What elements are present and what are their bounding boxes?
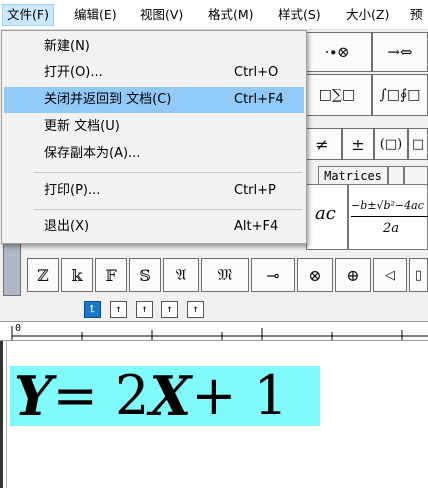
- menu-item-exit[interactable]: 退出(X) Alt+F4: [4, 214, 304, 240]
- editor-left-border: [0, 341, 3, 488]
- symbol-field-button[interactable]: 𝔽: [95, 258, 127, 292]
- ruler-ticks: [11, 326, 428, 340]
- menu-item-label: 打开(O)...: [44, 65, 103, 80]
- more-glyph: □: [411, 136, 425, 152]
- palette-neq-button[interactable]: ≠: [302, 128, 342, 160]
- menu-item-label: 保存副本为(A)...: [44, 146, 141, 161]
- equation-selection[interactable]: Y = 2X + 1: [10, 366, 320, 426]
- symbol-integers-button[interactable]: ℤ: [27, 258, 59, 292]
- nudge-icon: ⮤: [89, 304, 96, 315]
- menu-item-label: 新建(N): [44, 39, 90, 54]
- equation-lhs: Y: [14, 364, 53, 428]
- menu-view[interactable]: 视图(V): [136, 5, 187, 25]
- template-panel-left[interactable]: ac: [306, 184, 348, 250]
- symbol-k-button[interactable]: 𝕜: [61, 258, 93, 292]
- menu-item-update[interactable]: 更新 文档(U): [4, 114, 304, 140]
- palette-arrows-button[interactable]: →⇔: [372, 32, 428, 72]
- arrows-glyph: →⇔: [387, 43, 413, 61]
- neq-glyph: ≠: [315, 134, 329, 154]
- equation-rest: + 1: [191, 364, 289, 427]
- menu-item-shortcut: Alt+F4: [234, 219, 279, 234]
- menu-item-label: 打印(P)...: [44, 183, 101, 198]
- menu-preferences[interactable]: 预: [406, 5, 427, 25]
- menu-edit[interactable]: 编辑(E): [70, 5, 121, 25]
- menu-separator: [34, 209, 302, 210]
- quadratic-numerator: −b±√b²−4ac: [351, 199, 424, 212]
- fraktur-m-glyph: 𝔐: [217, 265, 233, 284]
- multimap-glyph: ⊸: [266, 265, 280, 285]
- symbol-fraktur-m-button[interactable]: 𝔐: [201, 258, 249, 292]
- plusminus-glyph: ±: [351, 134, 365, 154]
- integers-glyph: ℤ: [37, 265, 49, 285]
- menu-item-label: 退出(X): [44, 219, 90, 234]
- operators-glyph: ⋅∙⊗: [324, 43, 350, 61]
- nudge-icon: ↑: [141, 304, 148, 315]
- symbol-oplus-button[interactable]: ⊕: [335, 258, 371, 292]
- symbol-otimes-button[interactable]: ⊗: [297, 258, 333, 292]
- nudge-up-left-button[interactable]: ⮤: [84, 301, 101, 318]
- menu-item-print[interactable]: 打印(P)... Ctrl+P: [4, 178, 304, 204]
- brackets-glyph: (□): [379, 136, 403, 152]
- oplus-glyph: ⊕: [346, 265, 360, 285]
- menu-item-close-return[interactable]: 关闭并返回到 文档(C) Ctrl+F4: [4, 87, 304, 113]
- tab-next[interactable]: [388, 166, 404, 184]
- k-glyph: 𝕜: [71, 265, 83, 285]
- nudge-up-button[interactable]: ↑: [110, 301, 127, 318]
- menu-item-open[interactable]: 打开(O)... Ctrl+O: [4, 60, 304, 86]
- ruler[interactable]: 0: [0, 321, 428, 341]
- file-menu-dropdown: 新建(N) 打开(O)... Ctrl+O 关闭并返回到 文档(C) Ctrl+…: [1, 30, 307, 244]
- s-glyph: 𝕊: [139, 265, 151, 285]
- menu-size[interactable]: 大小(Z): [342, 5, 393, 25]
- palette-sum-button[interactable]: □∑□: [302, 74, 372, 116]
- menu-file[interactable]: 文件(F): [2, 4, 54, 26]
- menu-bar: 文件(F) 编辑(E) 视图(V) 格式(M) 样式(S) 大小(Z) 预: [0, 0, 428, 30]
- quadratic-formula-template[interactable]: −b±√b²−4ac 2a: [348, 184, 428, 250]
- nudge-up-half-button[interactable]: ↑: [136, 301, 153, 318]
- field-glyph: 𝔽: [105, 265, 117, 285]
- menu-item-label: 关闭并返回到 文档(C): [44, 92, 172, 107]
- fraktur-a-glyph: 𝔄: [175, 265, 187, 284]
- tab-matrices[interactable]: Matrices: [318, 166, 388, 184]
- palette-brackets-button[interactable]: (□): [374, 128, 408, 160]
- tab-matrices-label: Matrices: [324, 168, 382, 183]
- palette-plusminus-button[interactable]: ±: [342, 128, 374, 160]
- ac-fragment: ac: [315, 203, 336, 224]
- nudge-up-line-button[interactable]: ↑: [161, 301, 178, 318]
- equation-var: X: [149, 364, 192, 428]
- palette-operators-button[interactable]: ⋅∙⊗: [302, 32, 372, 72]
- fraction-bar: [351, 216, 428, 217]
- menu-item-save-copy[interactable]: 保存副本为(A)...: [4, 141, 304, 167]
- symbol-triangle-button[interactable]: ◁: [373, 258, 407, 292]
- nudge-icon: ↑: [166, 304, 173, 315]
- quadratic-denominator: 2a: [383, 221, 400, 236]
- triangle-glyph: ◁: [385, 267, 395, 283]
- equation-editor[interactable]: Y = 2X + 1: [0, 341, 428, 488]
- more-symbol-glyph: ▯: [414, 267, 423, 283]
- menu-separator: [34, 172, 302, 173]
- menu-item-shortcut: Ctrl+P: [234, 183, 276, 198]
- menu-item-label: 更新 文档(U): [44, 119, 120, 134]
- symbol-fraktur-a-button[interactable]: 𝔄: [163, 258, 199, 292]
- symbol-multimap-button[interactable]: ⊸: [251, 258, 295, 292]
- integral-glyph: ∫□∮□: [379, 87, 421, 103]
- nudge-up-dot-button[interactable]: ↑: [187, 301, 204, 318]
- symbol-s-button[interactable]: 𝕊: [129, 258, 161, 292]
- symbol-more-button[interactable]: ▯: [409, 258, 428, 292]
- menu-format[interactable]: 格式(M): [204, 5, 258, 25]
- nudge-icon: ↑: [192, 304, 199, 315]
- menu-item-shortcut: Ctrl+O: [234, 65, 279, 80]
- palette-more-button[interactable]: □: [408, 128, 428, 160]
- nudge-icon: ↑: [115, 304, 122, 315]
- equation-equals: = 2: [52, 364, 150, 427]
- menu-item-shortcut: Ctrl+F4: [234, 92, 284, 107]
- menu-style[interactable]: 样式(S): [274, 5, 325, 25]
- editor-left-guide: [6, 341, 7, 488]
- menu-item-new[interactable]: 新建(N): [4, 34, 304, 60]
- palette-integral-button[interactable]: ∫□∮□: [372, 74, 428, 116]
- otimes-glyph: ⊗: [308, 265, 322, 285]
- sum-glyph: □∑□: [318, 87, 356, 103]
- tab-more[interactable]: [404, 166, 428, 184]
